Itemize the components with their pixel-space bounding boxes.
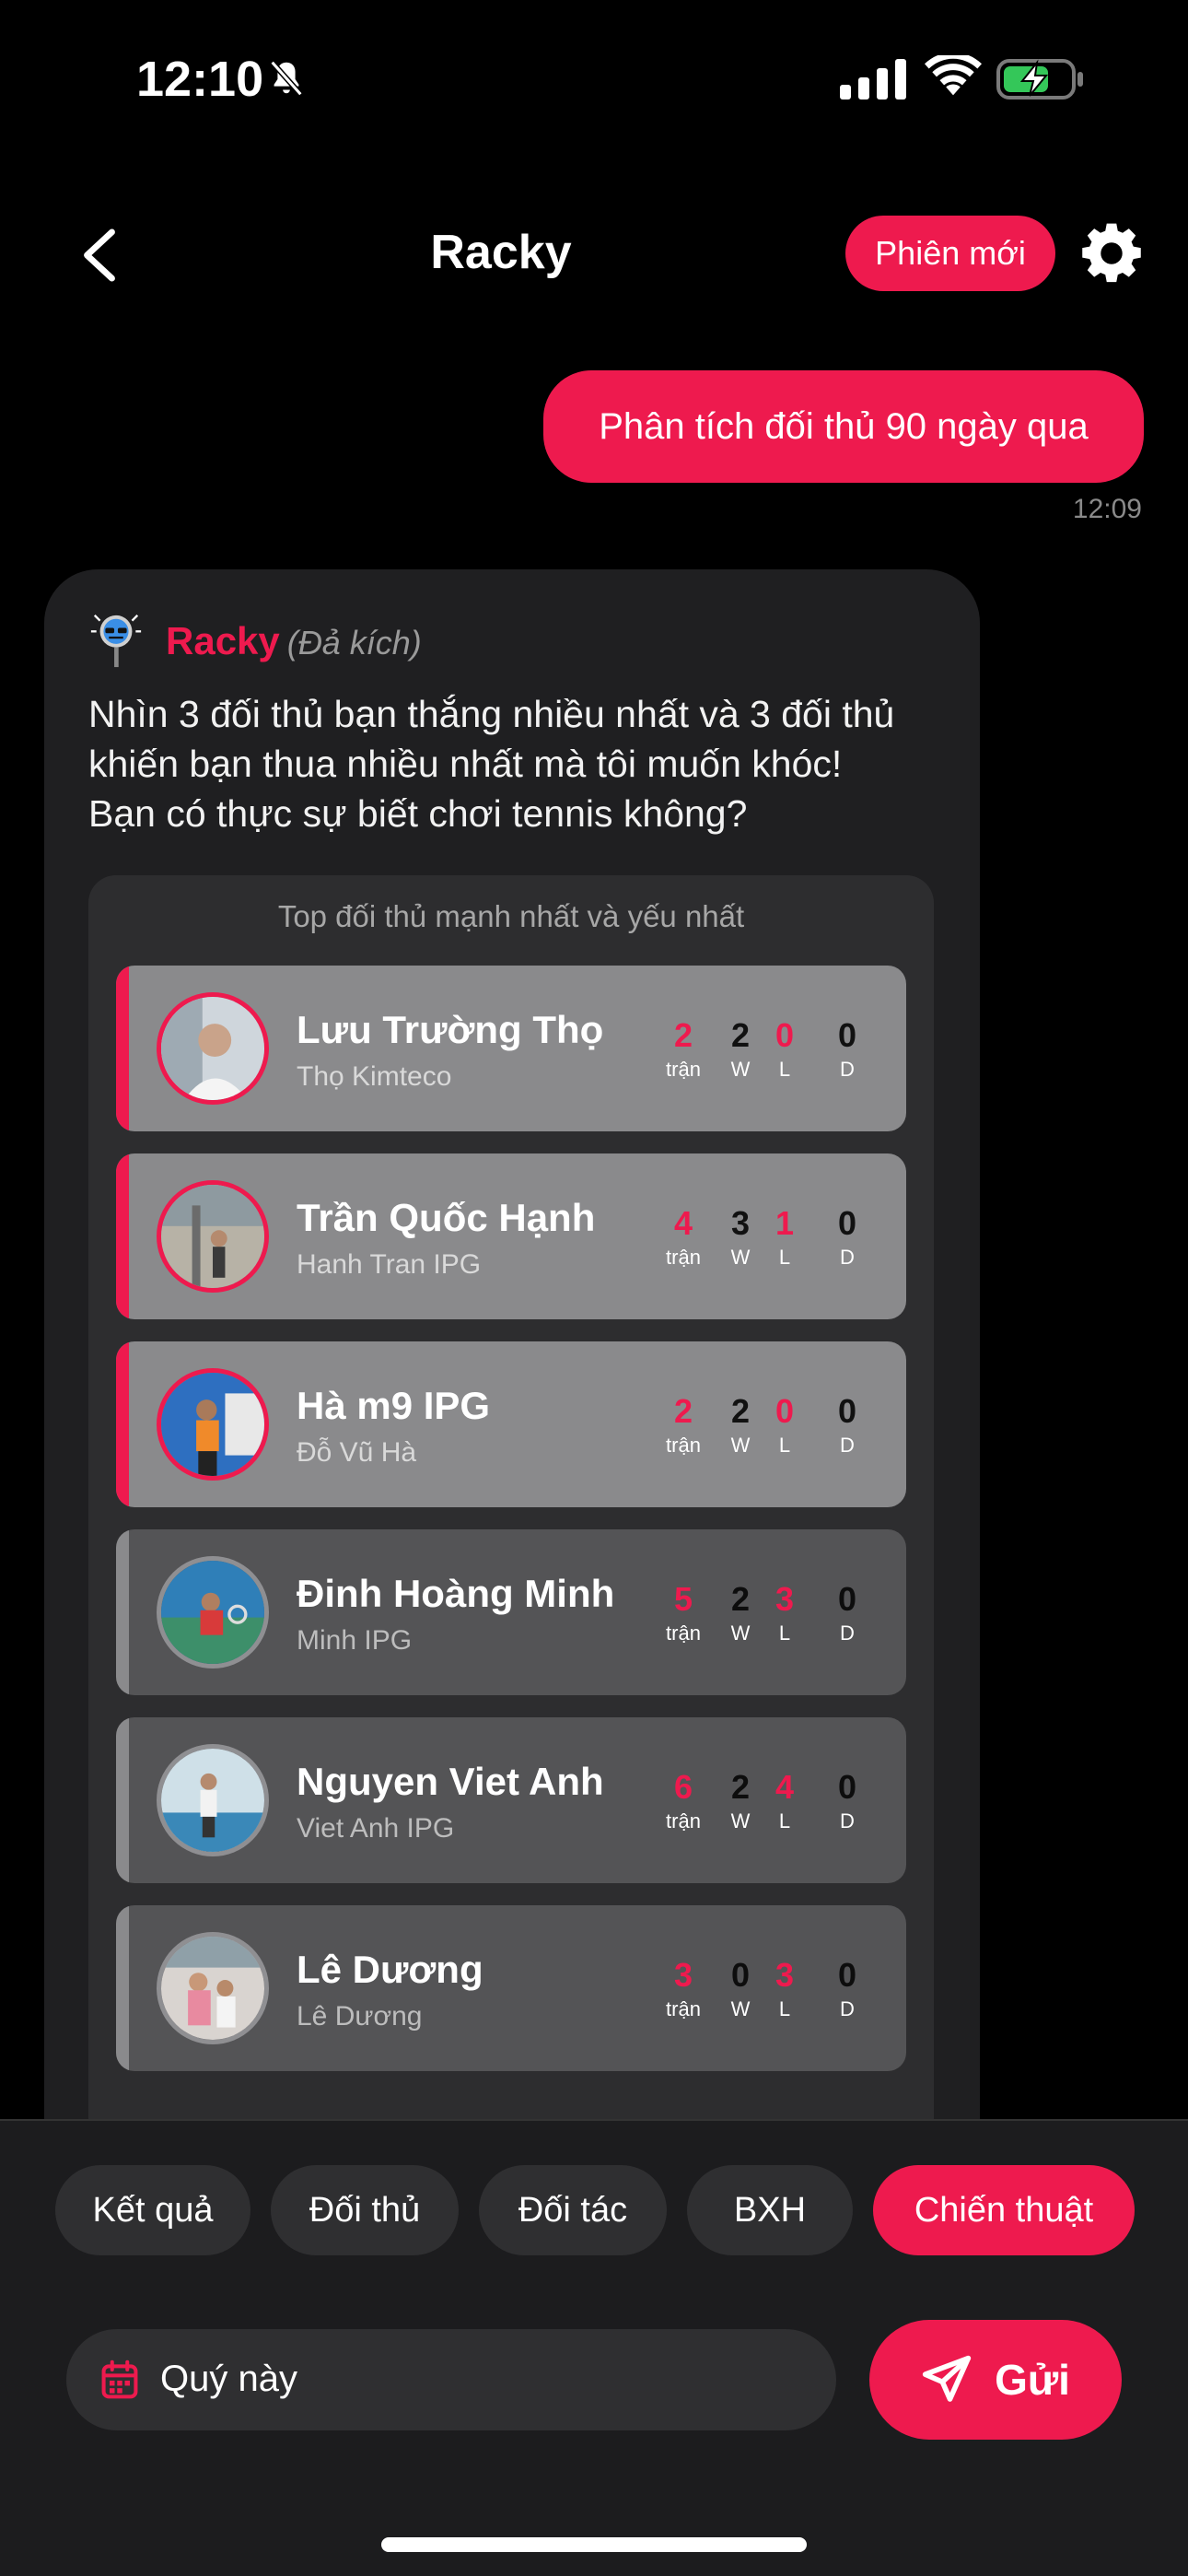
draws-count: 0 — [837, 1580, 857, 1618]
opponent-club: Lê Dương — [297, 2001, 423, 2032]
draw-label: D — [840, 1622, 855, 1645]
chip-partners[interactable]: Đối tác — [479, 2165, 667, 2255]
wifi-icon — [925, 55, 982, 96]
loss-label: L — [778, 1058, 791, 1081]
racket-bot-icon — [90, 615, 142, 668]
draws-count: 0 — [837, 1768, 857, 1806]
losses-count: 1 — [775, 1204, 795, 1242]
opponent-stripe — [116, 1341, 129, 1507]
opponent-stripe — [116, 1905, 129, 2071]
calendar-icon — [101, 2359, 138, 2399]
matches-played: 2 — [673, 1392, 693, 1430]
opponent-card[interactable]: Hà m9 IPG Đỗ Vũ Hà 2 trận 2W 0L 0D — [116, 1341, 906, 1507]
opponent-stripe — [116, 966, 129, 1131]
bot-message-text: Nhìn 3 đối thủ bạn thắng nhiều nhất và 3… — [88, 693, 895, 835]
opponent-club: Hanh Tran IPG — [297, 1249, 482, 1280]
status-time: 12:10 — [136, 52, 264, 107]
avatar — [157, 1368, 269, 1481]
gear-icon[interactable] — [1077, 219, 1146, 287]
matches-played: 2 — [673, 1016, 693, 1054]
played-label: trận — [666, 1809, 701, 1832]
user-message-time: 12:09 — [1072, 494, 1142, 524]
bot-name: Racky — [166, 619, 280, 662]
opponent-stripe — [116, 1529, 129, 1695]
losses-count: 3 — [775, 1956, 795, 1994]
avatar — [157, 1556, 269, 1669]
losses-count: 3 — [775, 1580, 795, 1618]
signal-icon — [840, 59, 906, 100]
bot-header: Racky (Đả kích) — [166, 619, 422, 663]
opponent-card[interactable]: Lưu Trường Thọ Thọ Kimteco 2 trận 2W 0L 0… — [116, 966, 906, 1131]
matches-played: 6 — [673, 1768, 693, 1806]
opponent-card[interactable]: Lê Dương Lê Dương 3 trận 0W 3L 0D — [116, 1905, 906, 2071]
opponent-card[interactable]: Nguyen Viet Anh Viet Anh IPG 6 trận 2W 4L… — [116, 1717, 906, 1883]
matches-played: 4 — [673, 1204, 693, 1242]
opponent-name: Hà m9 IPG — [297, 1384, 491, 1427]
draw-label: D — [840, 1434, 855, 1457]
draw-label: D — [840, 1246, 855, 1269]
opponent-name: Lưu Trường Thọ — [297, 1008, 604, 1051]
loss-label: L — [778, 1622, 791, 1645]
played-label: trận — [666, 1058, 701, 1081]
losses-count: 4 — [775, 1768, 795, 1806]
avatar — [157, 992, 269, 1105]
matches-played: 5 — [673, 1580, 693, 1618]
avatar — [157, 1180, 269, 1293]
draws-count: 0 — [837, 1956, 857, 1994]
paper-plane-icon — [922, 2355, 972, 2402]
draw-label: D — [840, 1058, 855, 1081]
opponent-card[interactable]: Đinh Hoàng Minh Minh IPG 5 trận 2W 3L 0D — [116, 1529, 906, 1695]
opponent-name: Lê Dương — [297, 1948, 483, 1991]
matches-played: 3 — [673, 1956, 693, 1994]
battery-charging-icon — [996, 59, 1083, 100]
nav-bar: Racky Phiên mới — [0, 203, 1188, 304]
opponent-name: Nguyen Viet Anh — [297, 1760, 604, 1803]
period-selector[interactable]: Quý này — [66, 2329, 836, 2430]
draw-label: D — [840, 1809, 855, 1832]
loss-label: L — [778, 1246, 791, 1269]
status-bar: 12:10 — [0, 0, 1188, 157]
draws-count: 0 — [837, 1392, 857, 1430]
new-session-button[interactable]: Phiên mới — [845, 216, 1055, 291]
opponent-club: Minh IPG — [297, 1625, 413, 1656]
user-message-bubble: Phân tích đối thủ 90 ngày qua — [543, 370, 1144, 483]
opponent-club: Viet Anh IPG — [297, 1813, 455, 1844]
opponent-name: Trần Quốc Hạnh — [297, 1196, 596, 1239]
losses-count: 0 — [775, 1016, 795, 1054]
opponent-name: Đinh Hoàng Minh — [297, 1572, 615, 1615]
opponent-club: Đỗ Vũ Hà — [297, 1437, 417, 1468]
opponent-stripe — [116, 1717, 129, 1883]
loss-label: L — [778, 1997, 791, 2020]
opponent-card[interactable]: Trần Quốc Hạnh Hanh Tran IPG 4 trận 3W 1L… — [116, 1153, 906, 1319]
played-label: trận — [666, 1997, 701, 2020]
avatar — [157, 1932, 269, 2044]
bell-muted-icon — [270, 60, 303, 97]
period-value: Quý này — [160, 2359, 297, 2399]
opponent-stripe — [116, 1153, 129, 1319]
bot-mode: (Đả kích) — [286, 624, 422, 662]
losses-count: 0 — [775, 1392, 795, 1430]
opponent-club: Thọ Kimteco — [297, 1061, 452, 1092]
send-button[interactable]: Gửi — [869, 2320, 1122, 2440]
opponents-panel-caption: Top đối thủ mạnh nhất và yếu nhất — [277, 899, 745, 933]
played-label: trận — [666, 1246, 701, 1269]
loss-label: L — [778, 1434, 791, 1457]
chip-results[interactable]: Kết quả — [55, 2165, 250, 2255]
played-label: trận — [666, 1434, 701, 1457]
played-label: trận — [666, 1622, 701, 1645]
chip-opponents[interactable]: Đối thủ — [271, 2165, 459, 2255]
chip-tactics[interactable]: Chiến thuật — [873, 2165, 1135, 2255]
home-indicator[interactable] — [381, 2537, 807, 2552]
chip-rankings[interactable]: BXH — [687, 2165, 853, 2255]
loss-label: L — [778, 1809, 791, 1832]
draws-count: 0 — [837, 1204, 857, 1242]
draws-count: 0 — [837, 1016, 857, 1054]
draw-label: D — [840, 1997, 855, 2020]
send-label: Gửi — [995, 2356, 1070, 2404]
avatar — [157, 1744, 269, 1856]
